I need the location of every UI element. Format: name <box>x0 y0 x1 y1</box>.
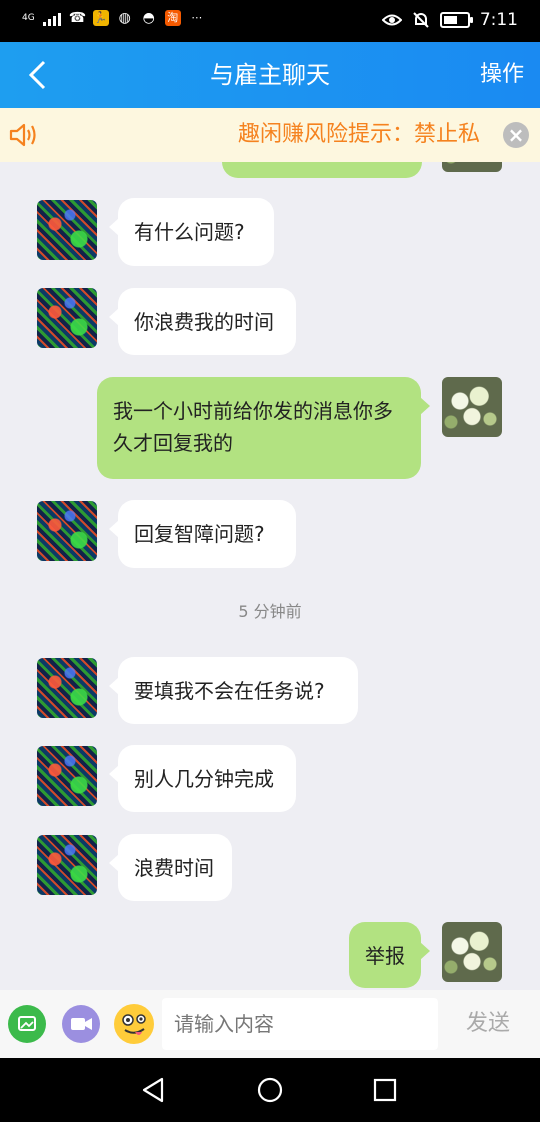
nav-back-icon[interactable] <box>140 1076 168 1104</box>
input-bar: 请输入内容 发送 <box>0 990 540 1058</box>
image-button[interactable] <box>8 1005 46 1043</box>
battery-icon <box>439 12 473 28</box>
eye-icon <box>381 14 402 26</box>
signal-bars-icon <box>42 10 61 26</box>
nav-home-icon[interactable] <box>256 1076 284 1104</box>
risk-warning-banner: 趣闲赚风险提示：禁止私 <box>0 108 540 162</box>
message-bubble-in: 有什么问题? <box>109 198 274 266</box>
wechat-icon: ◍ <box>118 10 131 26</box>
message-bubble-in: 浪费时间 <box>109 834 232 901</box>
running-app-icon: 🏃 <box>92 10 109 26</box>
message-bubble-in: 别人几分钟完成 <box>109 745 296 812</box>
message-bubble-in: 你浪费我的时间 <box>109 288 296 355</box>
nav-recents-icon[interactable] <box>372 1077 398 1103</box>
system-nav-bar <box>0 1058 540 1122</box>
status-right: 7:11 <box>381 10 518 30</box>
status-left: 4G ☎ 🏃 ◍ ◓ 淘 ⋯ <box>22 10 205 26</box>
emoji-button[interactable] <box>114 1004 154 1044</box>
silent-bell-icon <box>413 12 429 28</box>
message-bubble-in: 回复智障问题? <box>109 500 296 568</box>
message-input[interactable]: 请输入内容 <box>162 998 438 1050</box>
page-title: 与雇主聊天 <box>210 61 330 89</box>
my-avatar[interactable] <box>442 377 502 437</box>
employer-avatar[interactable] <box>37 501 97 561</box>
clock: 7:11 <box>479 10 518 30</box>
message-bubble-out: 我一个小时前给你发的消息你多久才回复我的 <box>97 377 430 479</box>
message-timestamp: 5 分钟前 <box>238 602 302 621</box>
send-button[interactable]: 发送 <box>466 990 510 1058</box>
video-camera-icon <box>71 1018 92 1030</box>
picture-icon <box>18 1016 36 1031</box>
missed-call-icon: ☎ <box>68 10 87 26</box>
employer-avatar[interactable] <box>37 658 97 718</box>
close-icon[interactable]: × <box>503 122 529 148</box>
more-dots-icon: ⋯ <box>191 11 203 24</box>
status-bar: 4G ☎ 🏃 ◍ ◓ 淘 ⋯ 7:11 <box>0 0 540 42</box>
risk-warning-text: 趣闲赚风险提示：禁止私 <box>238 122 481 147</box>
employer-avatar[interactable] <box>37 746 97 806</box>
video-button[interactable] <box>62 1005 100 1043</box>
chat-area[interactable]: 有什么问题? 你浪费我的时间 我一个小时前给你发的消息你多久才回复我的 回复智障… <box>0 108 540 990</box>
message-bubble-out: 举报 <box>349 922 430 988</box>
employer-avatar[interactable] <box>37 288 97 348</box>
network-type: 4G <box>22 12 35 23</box>
chat-header: 与雇主聊天 操作 <box>0 42 540 108</box>
speaker-icon <box>9 123 36 147</box>
my-avatar[interactable] <box>442 922 502 982</box>
message-bubble-in: 要填我不会在任务说? <box>109 657 358 724</box>
taobao-icon: 淘 <box>164 10 181 26</box>
employer-avatar[interactable] <box>37 200 97 260</box>
employer-avatar[interactable] <box>37 835 97 895</box>
qq-icon: ◓ <box>142 10 155 26</box>
emoji-icon <box>122 1014 146 1035</box>
operations-button[interactable]: 操作 <box>480 42 524 108</box>
